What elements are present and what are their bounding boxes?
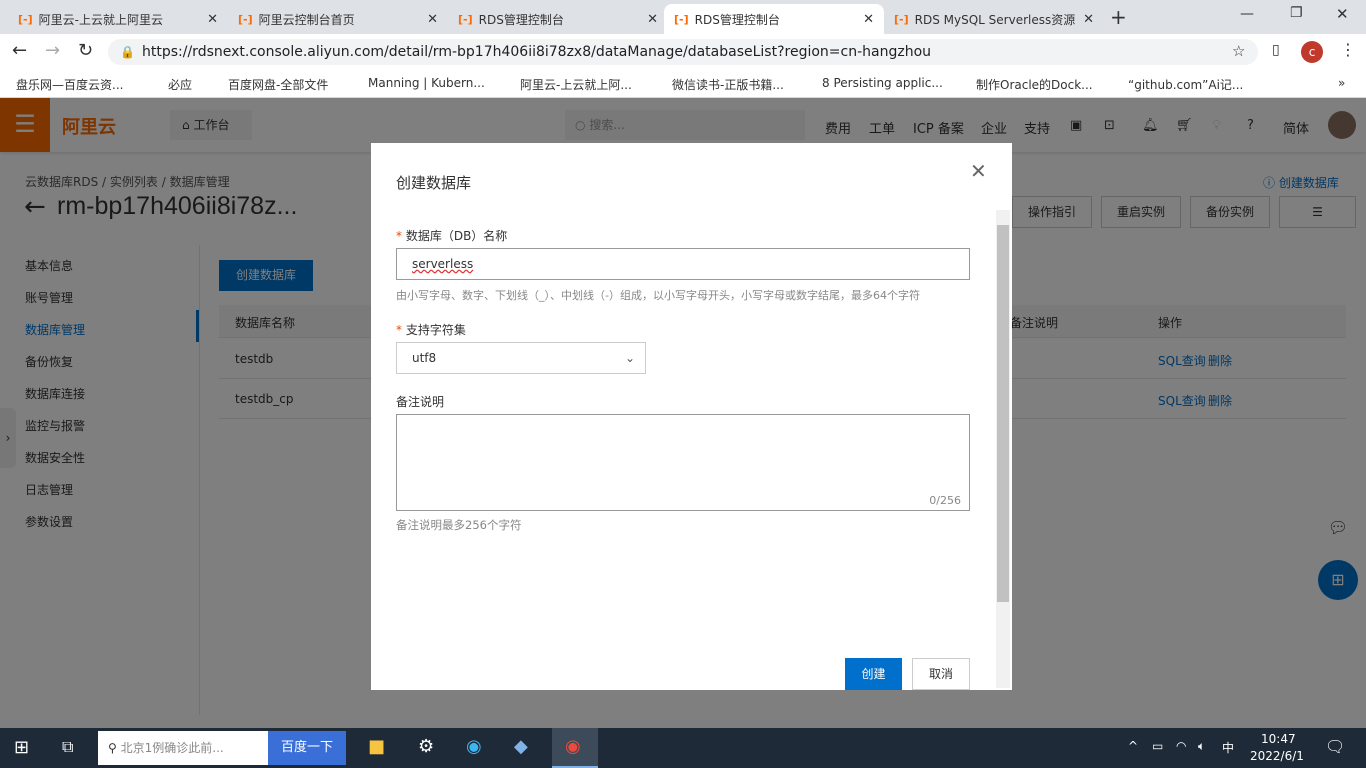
network-app-icon[interactable]: ⚙: [418, 736, 434, 757]
bookmark-star-icon[interactable]: ☆: [1232, 42, 1245, 60]
close-tab-icon[interactable]: ✕: [863, 12, 874, 27]
tray-chevron-icon[interactable]: ^: [1128, 739, 1138, 753]
close-tab-icon[interactable]: ✕: [1083, 12, 1094, 27]
bookmark[interactable]: 微信读书-正版书籍...: [672, 76, 784, 93]
baidu-search-button[interactable]: 百度一下: [268, 731, 346, 765]
url-input[interactable]: 🔒 https://rdsnext.console.aliyun.com/deta…: [108, 39, 1258, 65]
virtualbox-icon[interactable]: ◆: [514, 736, 528, 757]
remark-textarea[interactable]: 0/256: [396, 414, 970, 511]
aliyun-favicon-icon: [-]: [18, 12, 33, 26]
bookmarks-bar: 盘乐网—百度云资... 必应 百度网盘-全部文件 Manning | Kuber…: [0, 70, 1366, 98]
create-database-dialog: 创建数据库 ✕ * 数据库（DB）名称 serverless 由小写字母、数字、…: [371, 143, 1012, 690]
taskbar: ⊞ ⧉ ⚲ 北京1例确诊此前... 百度一下 ■ ⚙ ◉ ◆ ◉ ^ ▭ ◠ 🔈…: [0, 728, 1366, 768]
bookmark[interactable]: 阿里云-上云就上阿...: [520, 76, 632, 93]
restore-icon[interactable]: ❐: [1290, 5, 1303, 21]
charset-label: * 支持字符集: [396, 323, 466, 337]
minimize-icon[interactable]: —: [1240, 6, 1254, 22]
bookmark[interactable]: 盘乐网—百度云资...: [16, 76, 123, 93]
aliyun-favicon-icon: [-]: [458, 12, 473, 26]
dialog-title: 创建数据库: [396, 174, 472, 192]
char-counter: 0/256: [929, 494, 961, 507]
remark-help: 备注说明最多256个字符: [396, 518, 522, 532]
edge-icon[interactable]: ◉: [466, 736, 482, 757]
back-icon[interactable]: ←: [12, 40, 27, 61]
chrome-taskbar-button[interactable]: ◉: [552, 728, 598, 768]
lock-icon: 🔒: [120, 45, 135, 59]
forward-icon[interactable]: →: [45, 40, 60, 61]
browser-tab[interactable]: [-] RDS MySQL Serverless资源 ✕: [884, 4, 1104, 34]
db-name-input[interactable]: serverless: [396, 248, 970, 280]
chevron-down-icon: ⌄: [624, 351, 635, 365]
browser-tab-strip: [-] 阿里云-上云就上阿里云 ✕ [-] 阿里云控制台首页 ✕ [-] RDS管理控制台…: [0, 0, 1366, 34]
wifi-icon[interactable]: ◠: [1176, 739, 1186, 753]
menu-kebab-icon[interactable]: ⋮: [1340, 40, 1356, 59]
remark-label: 备注说明: [396, 395, 445, 409]
browser-tab[interactable]: [-] RDS管理控制台 ✕: [448, 4, 668, 34]
db-name-label: * 数据库（DB）名称: [396, 229, 508, 243]
aliyun-favicon-icon: [-]: [674, 12, 689, 26]
aliyun-favicon-icon: [-]: [238, 12, 253, 26]
browser-tab[interactable]: [-] 阿里云-上云就上阿里云 ✕: [8, 4, 228, 34]
window-close-icon[interactable]: ✕: [1336, 5, 1349, 23]
address-bar-row: ← → ↻ 🔒 https://rdsnext.console.aliyun.co…: [0, 34, 1366, 70]
scrollbar[interactable]: [996, 210, 1010, 688]
ime-indicator[interactable]: 中: [1222, 739, 1234, 756]
more-bookmarks-icon[interactable]: »: [1338, 76, 1345, 90]
battery-icon[interactable]: ▭: [1152, 739, 1163, 753]
clock-date[interactable]: 2022/6/1: [1250, 749, 1304, 763]
volume-icon[interactable]: 🔈︎: [1198, 739, 1205, 754]
browser-tab-active[interactable]: [-] RDS管理控制台 ✕: [664, 4, 884, 34]
reload-icon[interactable]: ↻: [78, 40, 93, 61]
bookmark[interactable]: 百度网盘-全部文件: [228, 76, 328, 93]
bookmark[interactable]: “github.com”Ai记...: [1128, 76, 1243, 93]
clock-time[interactable]: 10:47: [1261, 732, 1296, 746]
close-icon[interactable]: ✕: [970, 159, 987, 183]
create-button[interactable]: 创建: [845, 658, 902, 690]
charset-select[interactable]: utf8 ⌄: [396, 342, 646, 374]
task-view-icon[interactable]: ⧉: [62, 737, 73, 757]
scrollbar-thumb[interactable]: [997, 225, 1009, 602]
close-tab-icon[interactable]: ✕: [647, 12, 658, 27]
taskbar-search-input[interactable]: ⚲ 北京1例确诊此前...: [98, 731, 268, 765]
cancel-button[interactable]: 取消: [912, 658, 970, 690]
search-icon: ⚲: [108, 741, 117, 755]
notification-icon[interactable]: 🗨︎: [1325, 737, 1345, 756]
close-tab-icon[interactable]: ✕: [427, 12, 438, 27]
new-tab-icon[interactable]: +: [1110, 5, 1127, 29]
bookmark[interactable]: Manning | Kubern...: [368, 76, 485, 90]
windows-start-icon[interactable]: ⊞: [14, 737, 29, 758]
bookmark[interactable]: 制作Oracle的Dock...: [976, 76, 1093, 93]
aliyun-favicon-icon: [-]: [894, 12, 909, 26]
db-name-help: 由小写字母、数字、下划线（_）、中划线（-）组成，以小写字母开头，小写字母或数字…: [396, 289, 920, 302]
bookmark[interactable]: 必应: [168, 76, 192, 93]
side-panel-icon[interactable]: ▯: [1272, 42, 1280, 58]
file-explorer-icon[interactable]: ■: [368, 736, 385, 757]
browser-tab[interactable]: [-] 阿里云控制台首页 ✕: [228, 4, 448, 34]
profile-avatar[interactable]: c: [1301, 41, 1323, 63]
chrome-icon: ◉: [565, 736, 581, 757]
close-tab-icon[interactable]: ✕: [207, 12, 218, 27]
bookmark[interactable]: 8 Persisting applic...: [822, 76, 943, 90]
